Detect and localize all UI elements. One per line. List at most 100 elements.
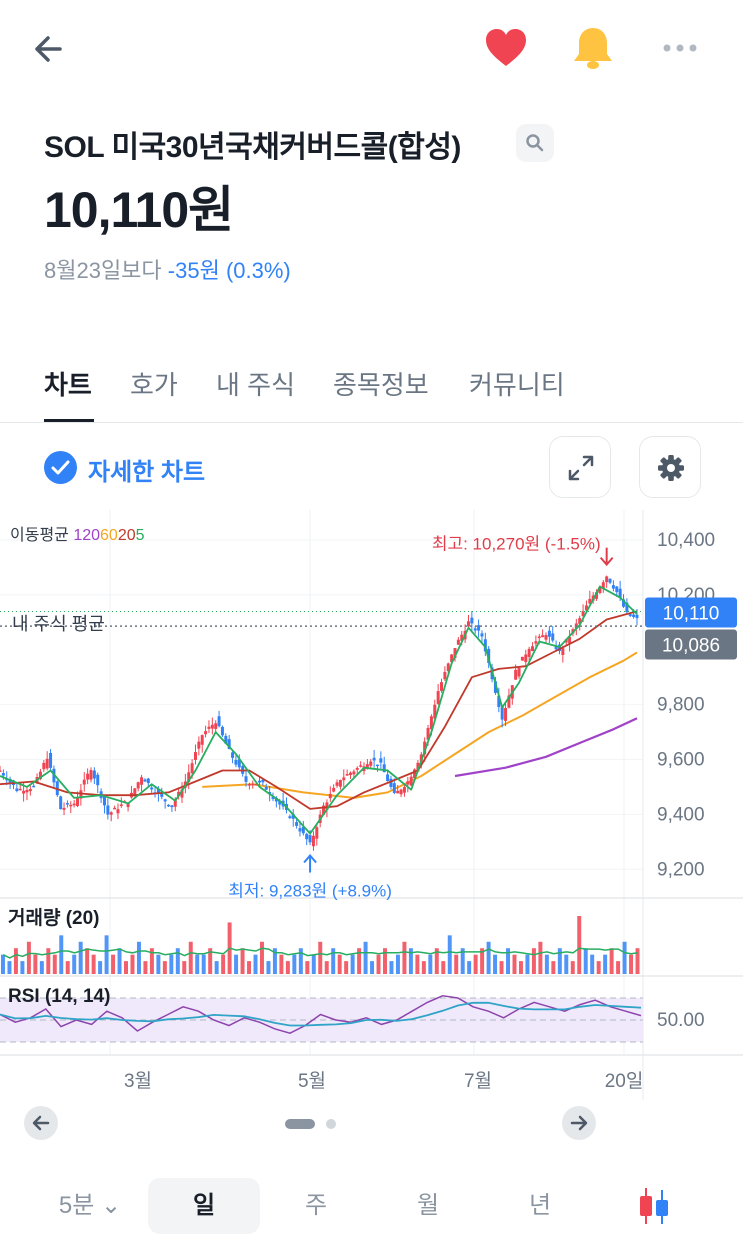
price-change-value: -35원 (0.3%) <box>167 258 291 283</box>
candle-body <box>295 822 299 826</box>
volume-bar <box>7 961 12 974</box>
candle-body <box>440 682 444 691</box>
ma60-path <box>202 651 638 799</box>
volume-bar <box>551 961 556 974</box>
candle-body <box>611 585 615 589</box>
volume-bar <box>577 916 582 974</box>
volume-bar <box>214 961 219 974</box>
chart-overlays: 이동평균 12060205 내 주식 평균 최고: 10,270원 (-1.5%) 최… <box>0 526 643 901</box>
volume-bar <box>305 961 310 974</box>
volume-bar <box>136 941 141 974</box>
volume-bar <box>240 948 245 974</box>
candle-body <box>92 770 96 779</box>
volume-bar <box>247 961 252 974</box>
volume-bar <box>467 961 472 974</box>
arrow-left-icon[interactable] <box>30 28 74 72</box>
volume-bar <box>65 961 70 974</box>
candle-body <box>258 780 262 783</box>
chart-next-button[interactable] <box>562 1106 596 1140</box>
tab-community[interactable]: 커뮤니티 <box>469 365 565 402</box>
x-tick-label: 5월 <box>298 1070 326 1092</box>
ma20-line <box>0 610 638 810</box>
volume-bar <box>20 961 25 974</box>
candle-body <box>332 787 336 792</box>
period-year[interactable]: 년 <box>486 1178 594 1234</box>
candle-body <box>102 796 106 806</box>
candle-body <box>514 669 518 680</box>
page-indicator <box>326 1119 336 1129</box>
volume-bar <box>324 961 329 974</box>
volume-bar <box>518 961 523 974</box>
volume-bar <box>104 935 109 974</box>
candle-body <box>197 741 201 749</box>
period-month[interactable]: 월 <box>374 1178 482 1234</box>
tab-chart[interactable]: 차트 <box>44 365 92 402</box>
bell-icon[interactable] <box>570 24 616 72</box>
page-indicator-active <box>285 1119 315 1129</box>
candle-body <box>32 785 36 788</box>
candle-body <box>537 636 541 639</box>
candle-body <box>264 786 268 790</box>
volume-bar <box>285 961 290 974</box>
candle-body <box>116 809 120 814</box>
candle-body <box>193 752 197 760</box>
candle-body <box>477 625 481 631</box>
volume-bar <box>52 954 57 974</box>
volume-bar <box>311 954 316 974</box>
ma20-path <box>0 610 638 810</box>
candle-body <box>349 772 353 775</box>
volume-bar <box>402 941 407 974</box>
volume-bar <box>156 954 161 974</box>
volume-bar <box>603 954 608 974</box>
candle-body <box>119 804 123 806</box>
candle-body <box>113 807 117 810</box>
candlestick-icon[interactable] <box>634 1184 674 1228</box>
average-price-badge-label: 10,086 <box>662 636 720 657</box>
volume-bar <box>253 954 258 974</box>
volume-bar <box>318 941 323 974</box>
ma-legend-title: 이동평균 <box>10 526 73 544</box>
x-tick-label: 3월 <box>124 1070 152 1092</box>
volume-bar <box>512 954 517 974</box>
candle-body <box>86 773 90 780</box>
volume-bar <box>376 954 381 974</box>
volume-bar <box>39 961 44 974</box>
expand-chart-button[interactable] <box>549 436 611 498</box>
volume-bar <box>91 954 96 974</box>
candle-body <box>190 763 194 773</box>
expand-icon <box>568 455 594 481</box>
chart-settings-button[interactable] <box>639 436 701 498</box>
change-reference-date: 8월23일보다 <box>44 258 162 283</box>
candle-body <box>470 617 474 624</box>
period-week[interactable]: 주 <box>262 1178 370 1234</box>
volume-bar <box>616 961 621 974</box>
volume-bar <box>13 948 18 974</box>
period-5min-dropdown[interactable]: 5분 ⌄ <box>40 1178 140 1234</box>
candle-body <box>335 782 339 786</box>
heart-icon[interactable] <box>483 26 529 72</box>
candle-body <box>15 788 19 792</box>
candle-body <box>106 805 110 815</box>
candle-body <box>480 633 484 637</box>
candle-body <box>547 630 551 637</box>
period-day[interactable]: 일 <box>148 1178 260 1234</box>
price-chart[interactable]: 이동평균 12060205 내 주식 평균 최고: 10,270원 (-1.5%) 최… <box>0 510 743 1110</box>
stock-tab-bar: 차트 호가 내 주식 종목정보 커뮤니티 <box>0 355 743 423</box>
chart-prev-button[interactable] <box>24 1106 58 1140</box>
candle-body <box>0 770 2 773</box>
tab-order-book[interactable]: 호가 <box>130 365 178 402</box>
tab-stock-info[interactable]: 종목정보 <box>333 365 429 402</box>
candle-body <box>392 783 396 793</box>
volume-bar <box>415 954 420 974</box>
volume-bar <box>363 941 368 974</box>
candle-body <box>234 759 238 765</box>
volume-bar <box>72 954 77 974</box>
tab-my-stock[interactable]: 내 주식 <box>216 365 295 402</box>
volume-bar <box>266 961 271 974</box>
stock-search-button[interactable] <box>516 124 554 162</box>
my-average-label: 내 주식 평균 <box>12 614 105 634</box>
ma120-line <box>454 717 638 778</box>
more-horizontal-icon[interactable] <box>658 30 702 66</box>
candle-body <box>396 790 400 794</box>
volume-bar <box>370 961 375 974</box>
